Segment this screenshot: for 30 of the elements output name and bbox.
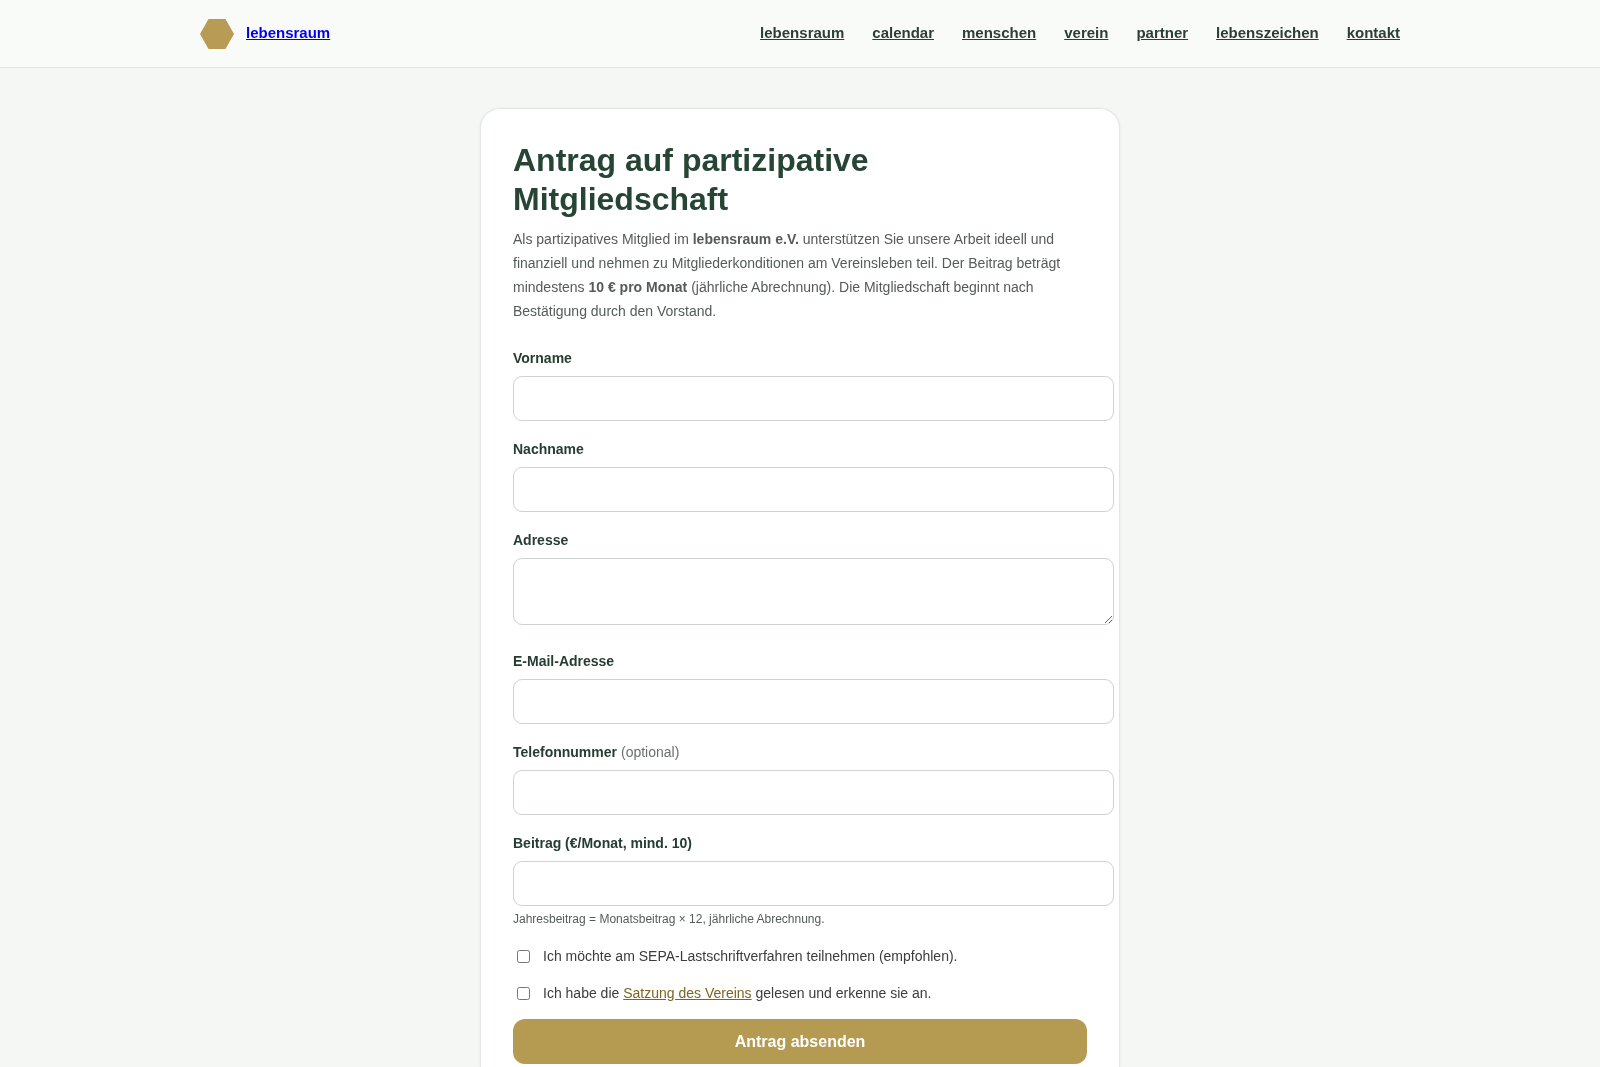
nav-link[interactable]: calendar	[872, 22, 934, 45]
form-title: Antrag auf partizipative Mitgliedschaft	[513, 141, 870, 219]
nav-link[interactable]: menschen	[962, 22, 1037, 45]
field-label: E-Mail-Adresse	[513, 652, 615, 671]
checkbox[interactable]	[517, 986, 530, 1000]
field-label: Adresse	[513, 531, 569, 550]
field-label: Beitrag (€/Monat, mind. 10)	[513, 834, 692, 853]
nav-link[interactable]: kontakt	[1346, 22, 1400, 45]
input-field[interactable]	[513, 679, 1114, 724]
input-field[interactable]	[513, 376, 1114, 421]
optional-note: (optional)	[621, 743, 680, 762]
nav-link[interactable]: partner	[1136, 22, 1189, 45]
field-label: Nachname	[513, 440, 584, 459]
field-label: Telefonnummer	[513, 743, 617, 762]
input-field[interactable]	[513, 467, 1114, 512]
text-area[interactable]	[513, 558, 1114, 625]
intro-paragraph: Als partizipatives Mitglied im lebensraum e.V. unterstützen Sie unsere Arbeit ideell und finanziell und nehmen zu Mitgliederkonditionen am Vereinsleben teil. Der Beitrag beträgt mindestens 10 € pro Monat (jährliche Abrechnung). Die Mitgliedschaft beginnt nach Bestätigung durch den Vorstand.	[513, 230, 1062, 321]
nav-link[interactable]: lebenszeichen	[1216, 22, 1319, 45]
hint-text: Jahresbeitrag = Monatsbeitrag × 12, jährliche Abrechnung.	[513, 911, 826, 927]
checkbox-label: Ich möchte am SEPA-Lastschriftverfahren teilnehmen (empfohlen).	[543, 946, 958, 966]
input-field[interactable]	[513, 770, 1114, 815]
nav-link[interactable]: verein	[1064, 22, 1109, 45]
nav-link[interactable]: lebensraum	[760, 22, 845, 45]
checkbox[interactable]	[517, 949, 530, 963]
hexagon-icon	[200, 18, 234, 49]
input-field[interactable]	[513, 861, 1114, 906]
logo-link[interactable]: lebensraum	[246, 22, 331, 45]
statute-link[interactable]: Satzung des Vereins	[623, 984, 752, 1001]
checkbox-label: Ich habe die Satzung des Vereins gelesen und erkenne sie an.	[543, 983, 932, 1003]
field-label: Vorname	[513, 349, 572, 368]
